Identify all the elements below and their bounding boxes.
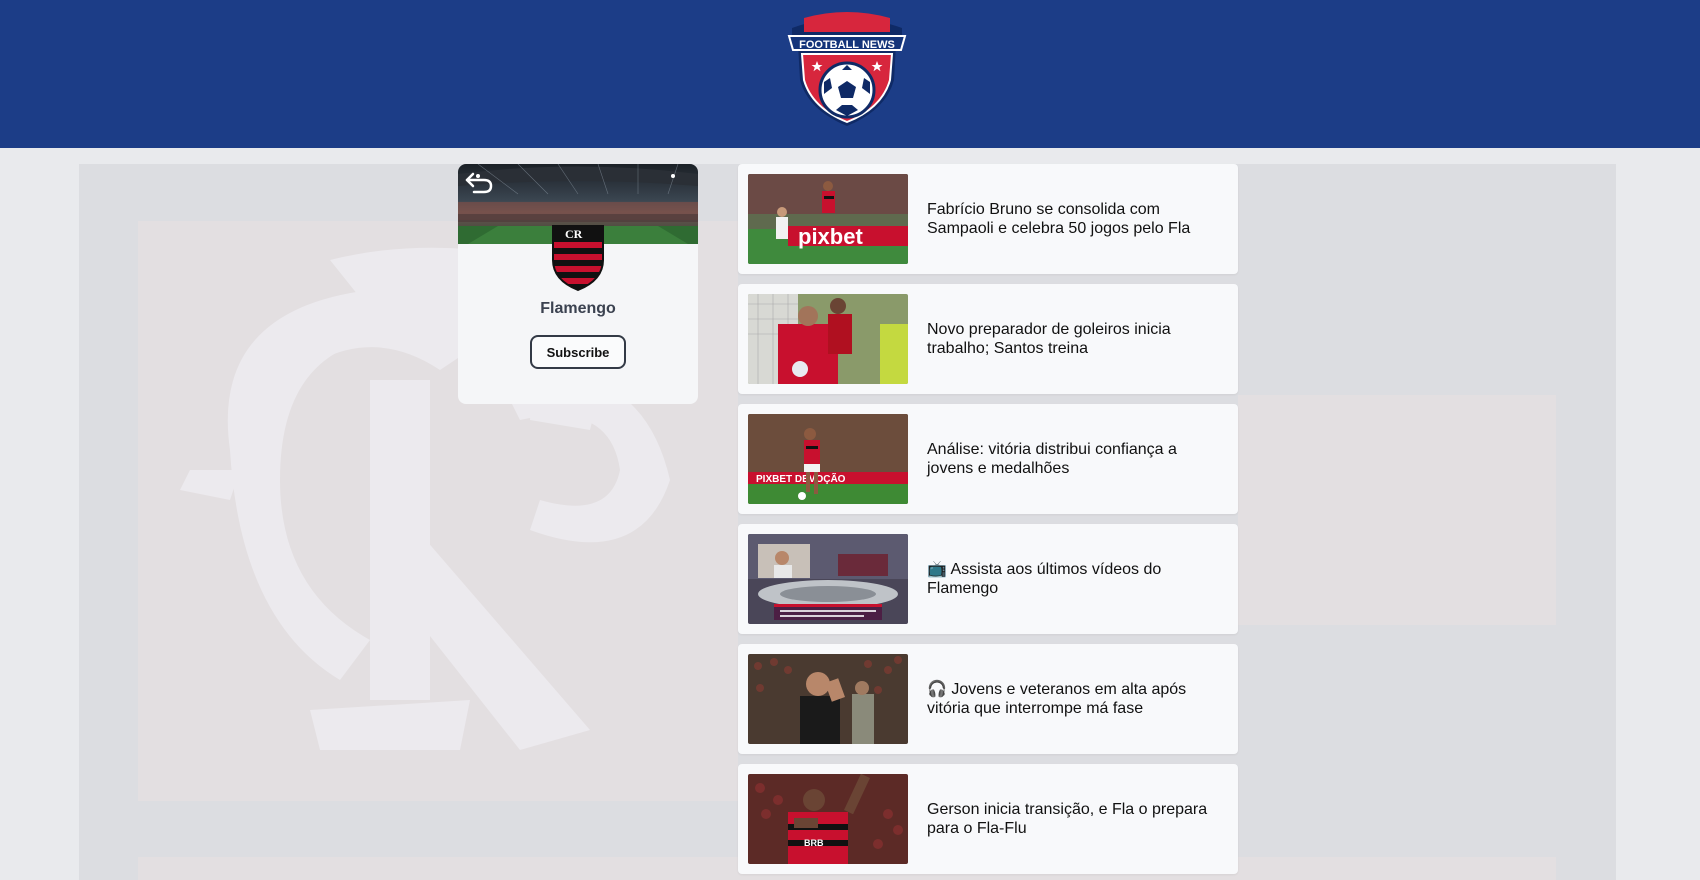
news-title: Gerson inicia transição, e Fla o prepara… bbox=[927, 801, 1208, 837]
flamengo-crest-icon: CR bbox=[552, 225, 604, 292]
watermark-background-right bbox=[1238, 395, 1556, 625]
news-title: 🎧 Jovens e veteranos em alta após vitóri… bbox=[927, 681, 1187, 717]
news-thumbnail bbox=[748, 534, 908, 624]
news-thumbnail bbox=[748, 294, 908, 384]
news-thumbnail: BRB bbox=[748, 774, 908, 864]
news-item[interactable]: Novo preparador de goleiros inicia traba… bbox=[738, 284, 1238, 394]
site-header: FOOTBALL NEWS bbox=[0, 0, 1700, 148]
football-news-logo[interactable]: FOOTBALL NEWS bbox=[786, 10, 908, 128]
news-item[interactable]: 🎧 Jovens e veteranos em alta após vitóri… bbox=[738, 644, 1238, 754]
news-title: Análise: vitória distribui confiança a j… bbox=[927, 441, 1177, 477]
club-profile-card: CR Flamengo Subscribe bbox=[458, 164, 698, 404]
svg-text:CR: CR bbox=[565, 227, 583, 241]
svg-text:PIXBET DEVOÇÃO: PIXBET DEVOÇÃO bbox=[756, 472, 846, 485]
news-item[interactable]: PIXBET DEVOÇÃO Análise: vitória distribu… bbox=[738, 404, 1238, 514]
news-item[interactable]: pixbet Fabrício Bruno se consolida com S… bbox=[738, 164, 1238, 274]
news-title: Fabrício Bruno se consolida com Sampaoli… bbox=[927, 201, 1191, 237]
news-item[interactable]: 📺 Assista aos últimos vídeos do Flamengo bbox=[738, 524, 1238, 634]
club-name: Flamengo bbox=[540, 300, 616, 317]
subscribe-button[interactable]: Subscribe bbox=[530, 335, 626, 369]
svg-text:pixbet: pixbet bbox=[798, 224, 863, 249]
svg-text:FOOTBALL NEWS: FOOTBALL NEWS bbox=[799, 39, 895, 51]
svg-text:BRB: BRB bbox=[804, 838, 824, 848]
news-title: 📺 Assista aos últimos vídeos do Flamengo bbox=[927, 561, 1162, 597]
news-thumbnail: pixbet bbox=[748, 174, 908, 264]
news-thumbnail: PIXBET DEVOÇÃO bbox=[748, 414, 908, 504]
news-item[interactable]: BRB Gerson inicia transição, e Fla o pre… bbox=[738, 764, 1238, 874]
back-arrow-icon[interactable] bbox=[464, 170, 494, 196]
news-thumbnail bbox=[748, 654, 908, 744]
news-title: Novo preparador de goleiros inicia traba… bbox=[927, 321, 1171, 357]
